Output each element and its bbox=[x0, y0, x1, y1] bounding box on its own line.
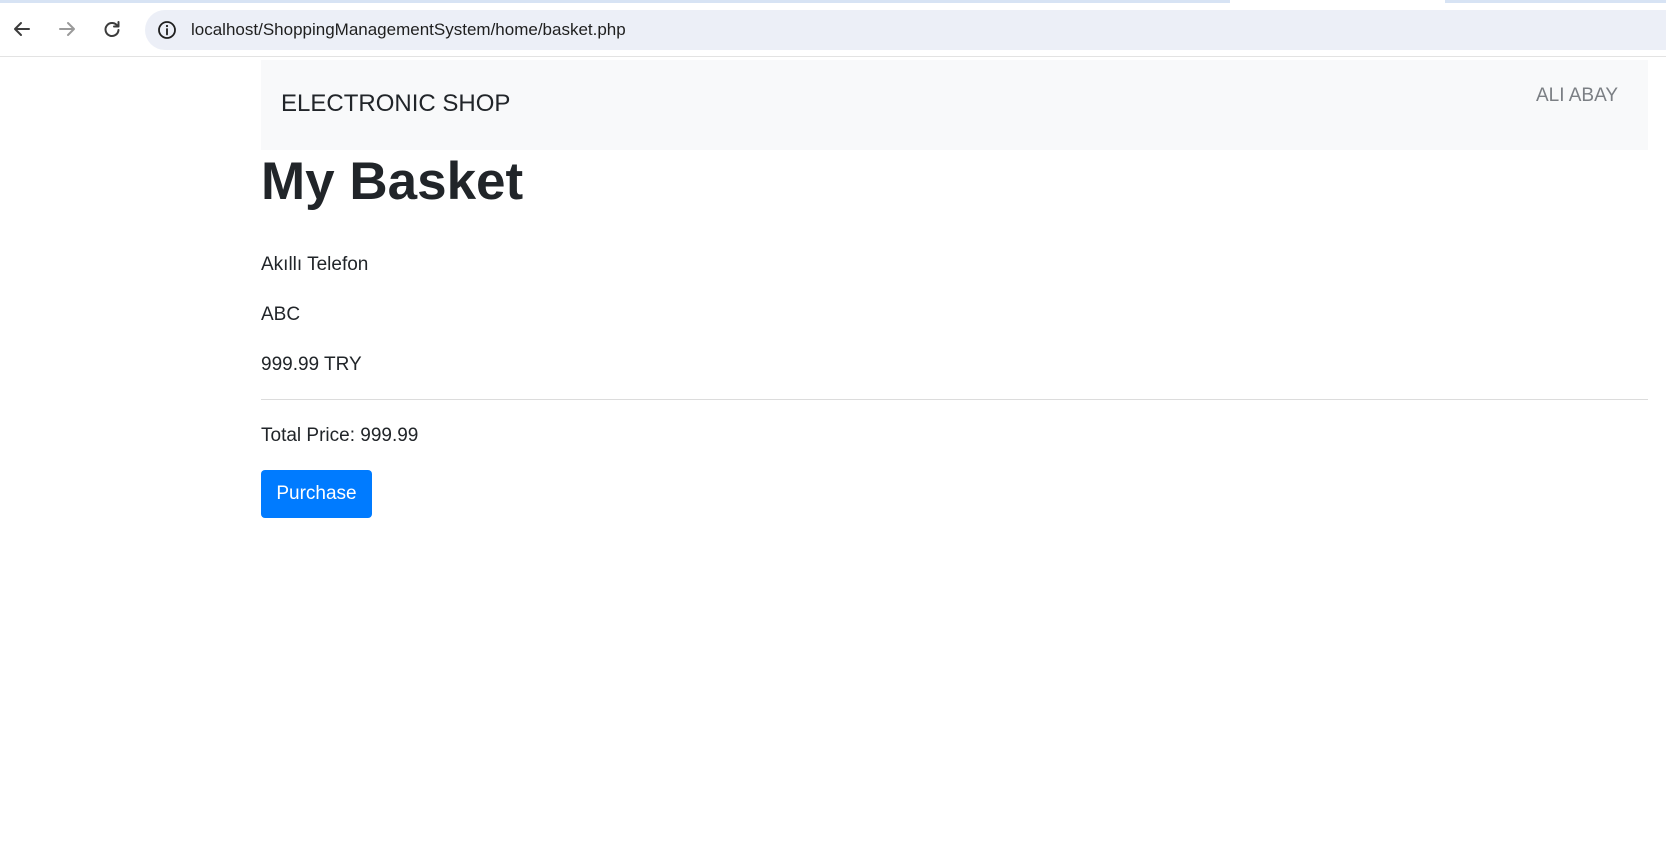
brand-logo[interactable]: ELECTRONIC SHOP bbox=[281, 90, 510, 118]
tab-strip-accent bbox=[0, 0, 1666, 3]
address-bar[interactable]: localhost/ShoppingManagementSystem/home/… bbox=[145, 10, 1666, 50]
arrow-right-icon bbox=[59, 22, 75, 36]
forward-button[interactable] bbox=[50, 12, 84, 46]
page-title: My Basket bbox=[261, 152, 524, 211]
back-button[interactable] bbox=[5, 12, 39, 46]
user-name-link[interactable]: ALI ABAY bbox=[1536, 85, 1618, 107]
purchase-button[interactable]: Purchase bbox=[261, 470, 372, 518]
info-icon[interactable] bbox=[155, 18, 179, 42]
total-price: Total Price: 999.99 bbox=[261, 425, 419, 446]
site-navbar: ELECTRONIC SHOP ALI ABAY bbox=[261, 60, 1648, 150]
browser-toolbar: localhost/ShoppingManagementSystem/home/… bbox=[0, 0, 1666, 57]
item-name: Akıllı Telefon bbox=[261, 254, 369, 275]
url-text[interactable]: localhost/ShoppingManagementSystem/home/… bbox=[191, 20, 626, 40]
divider bbox=[261, 399, 1648, 400]
reload-button[interactable] bbox=[95, 12, 129, 46]
item-price: 999.99 TRY bbox=[261, 354, 362, 375]
reload-icon bbox=[104, 21, 120, 37]
item-brand: ABC bbox=[261, 304, 301, 325]
arrow-left-icon bbox=[14, 22, 30, 36]
